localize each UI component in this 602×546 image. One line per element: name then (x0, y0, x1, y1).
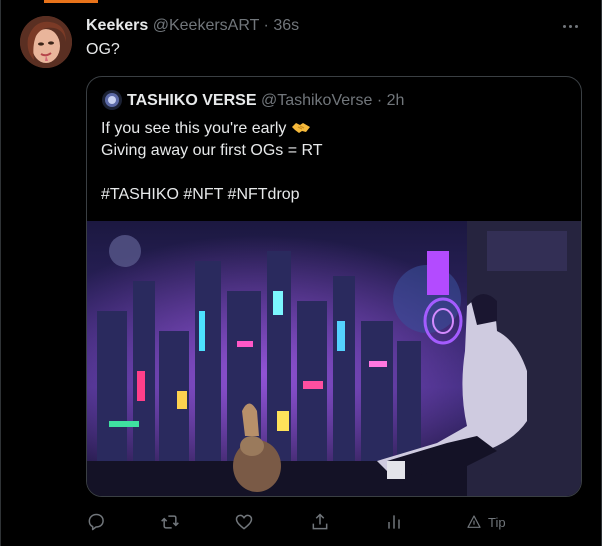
quoted-avatar-icon (102, 90, 122, 110)
profile-avatar-illustration-icon (20, 16, 72, 68)
share-icon (312, 513, 328, 530)
heart-icon (235, 514, 253, 530)
quoted-author-handle[interactable]: @TashikoVerse (261, 92, 372, 109)
author-avatar[interactable] (20, 16, 72, 68)
quoted-text-line: If you see this you're early (101, 118, 323, 140)
retweet-icon (161, 515, 179, 529)
quoted-tweet-text: If you see this you're early Giving away… (101, 118, 323, 206)
tip-label: Tip (488, 514, 506, 530)
separator-dot: · (263, 17, 269, 34)
reply-icon (88, 513, 104, 531)
handshake-emoji-icon (291, 119, 311, 142)
quoted-text-line-2: Giving away our first OGs = RT (101, 142, 323, 159)
quoted-tweet-card[interactable]: TASHIKO VERSE @TashikoVerse · 2h If you … (86, 76, 582, 497)
tip-icon (467, 515, 481, 528)
quoted-text-line-3 (101, 162, 323, 184)
retweet-button[interactable] (160, 508, 180, 536)
top-accent-bar (44, 0, 98, 3)
author-name[interactable]: Keekers (86, 17, 148, 34)
quoted-tweet-header: TASHIKO VERSE @TashikoVerse · 2h (127, 92, 404, 110)
reply-button[interactable] (86, 508, 106, 536)
analytics-button[interactable] (384, 508, 404, 536)
quoted-text-hashtags[interactable]: #TASHIKO #NFT #NFTdrop (101, 184, 323, 206)
quoted-tweet-media[interactable] (87, 221, 581, 496)
author-handle[interactable]: @KeekersART (153, 17, 259, 34)
like-button[interactable] (234, 508, 254, 536)
tweet-timestamp[interactable]: 36s (273, 17, 299, 34)
tip-button[interactable]: Tip (466, 508, 506, 536)
quoted-text-line-1: If you see this you're early (101, 120, 287, 137)
tweet-text: OG? (86, 41, 120, 58)
more-options-icon[interactable] (560, 16, 582, 36)
analytics-icon (388, 515, 400, 529)
tweet-header: Keekers @KeekersART · 36s (86, 17, 299, 35)
quoted-separator-dot: · (376, 92, 383, 109)
quoted-author-avatar[interactable] (102, 90, 122, 110)
share-button[interactable] (310, 508, 330, 536)
cyberpunk-city-artwork-icon (87, 221, 581, 496)
tweet-action-bar: Tip (86, 508, 586, 536)
quoted-tweet-timestamp[interactable]: 2h (387, 92, 405, 109)
quoted-author-name[interactable]: TASHIKO VERSE (127, 92, 257, 109)
